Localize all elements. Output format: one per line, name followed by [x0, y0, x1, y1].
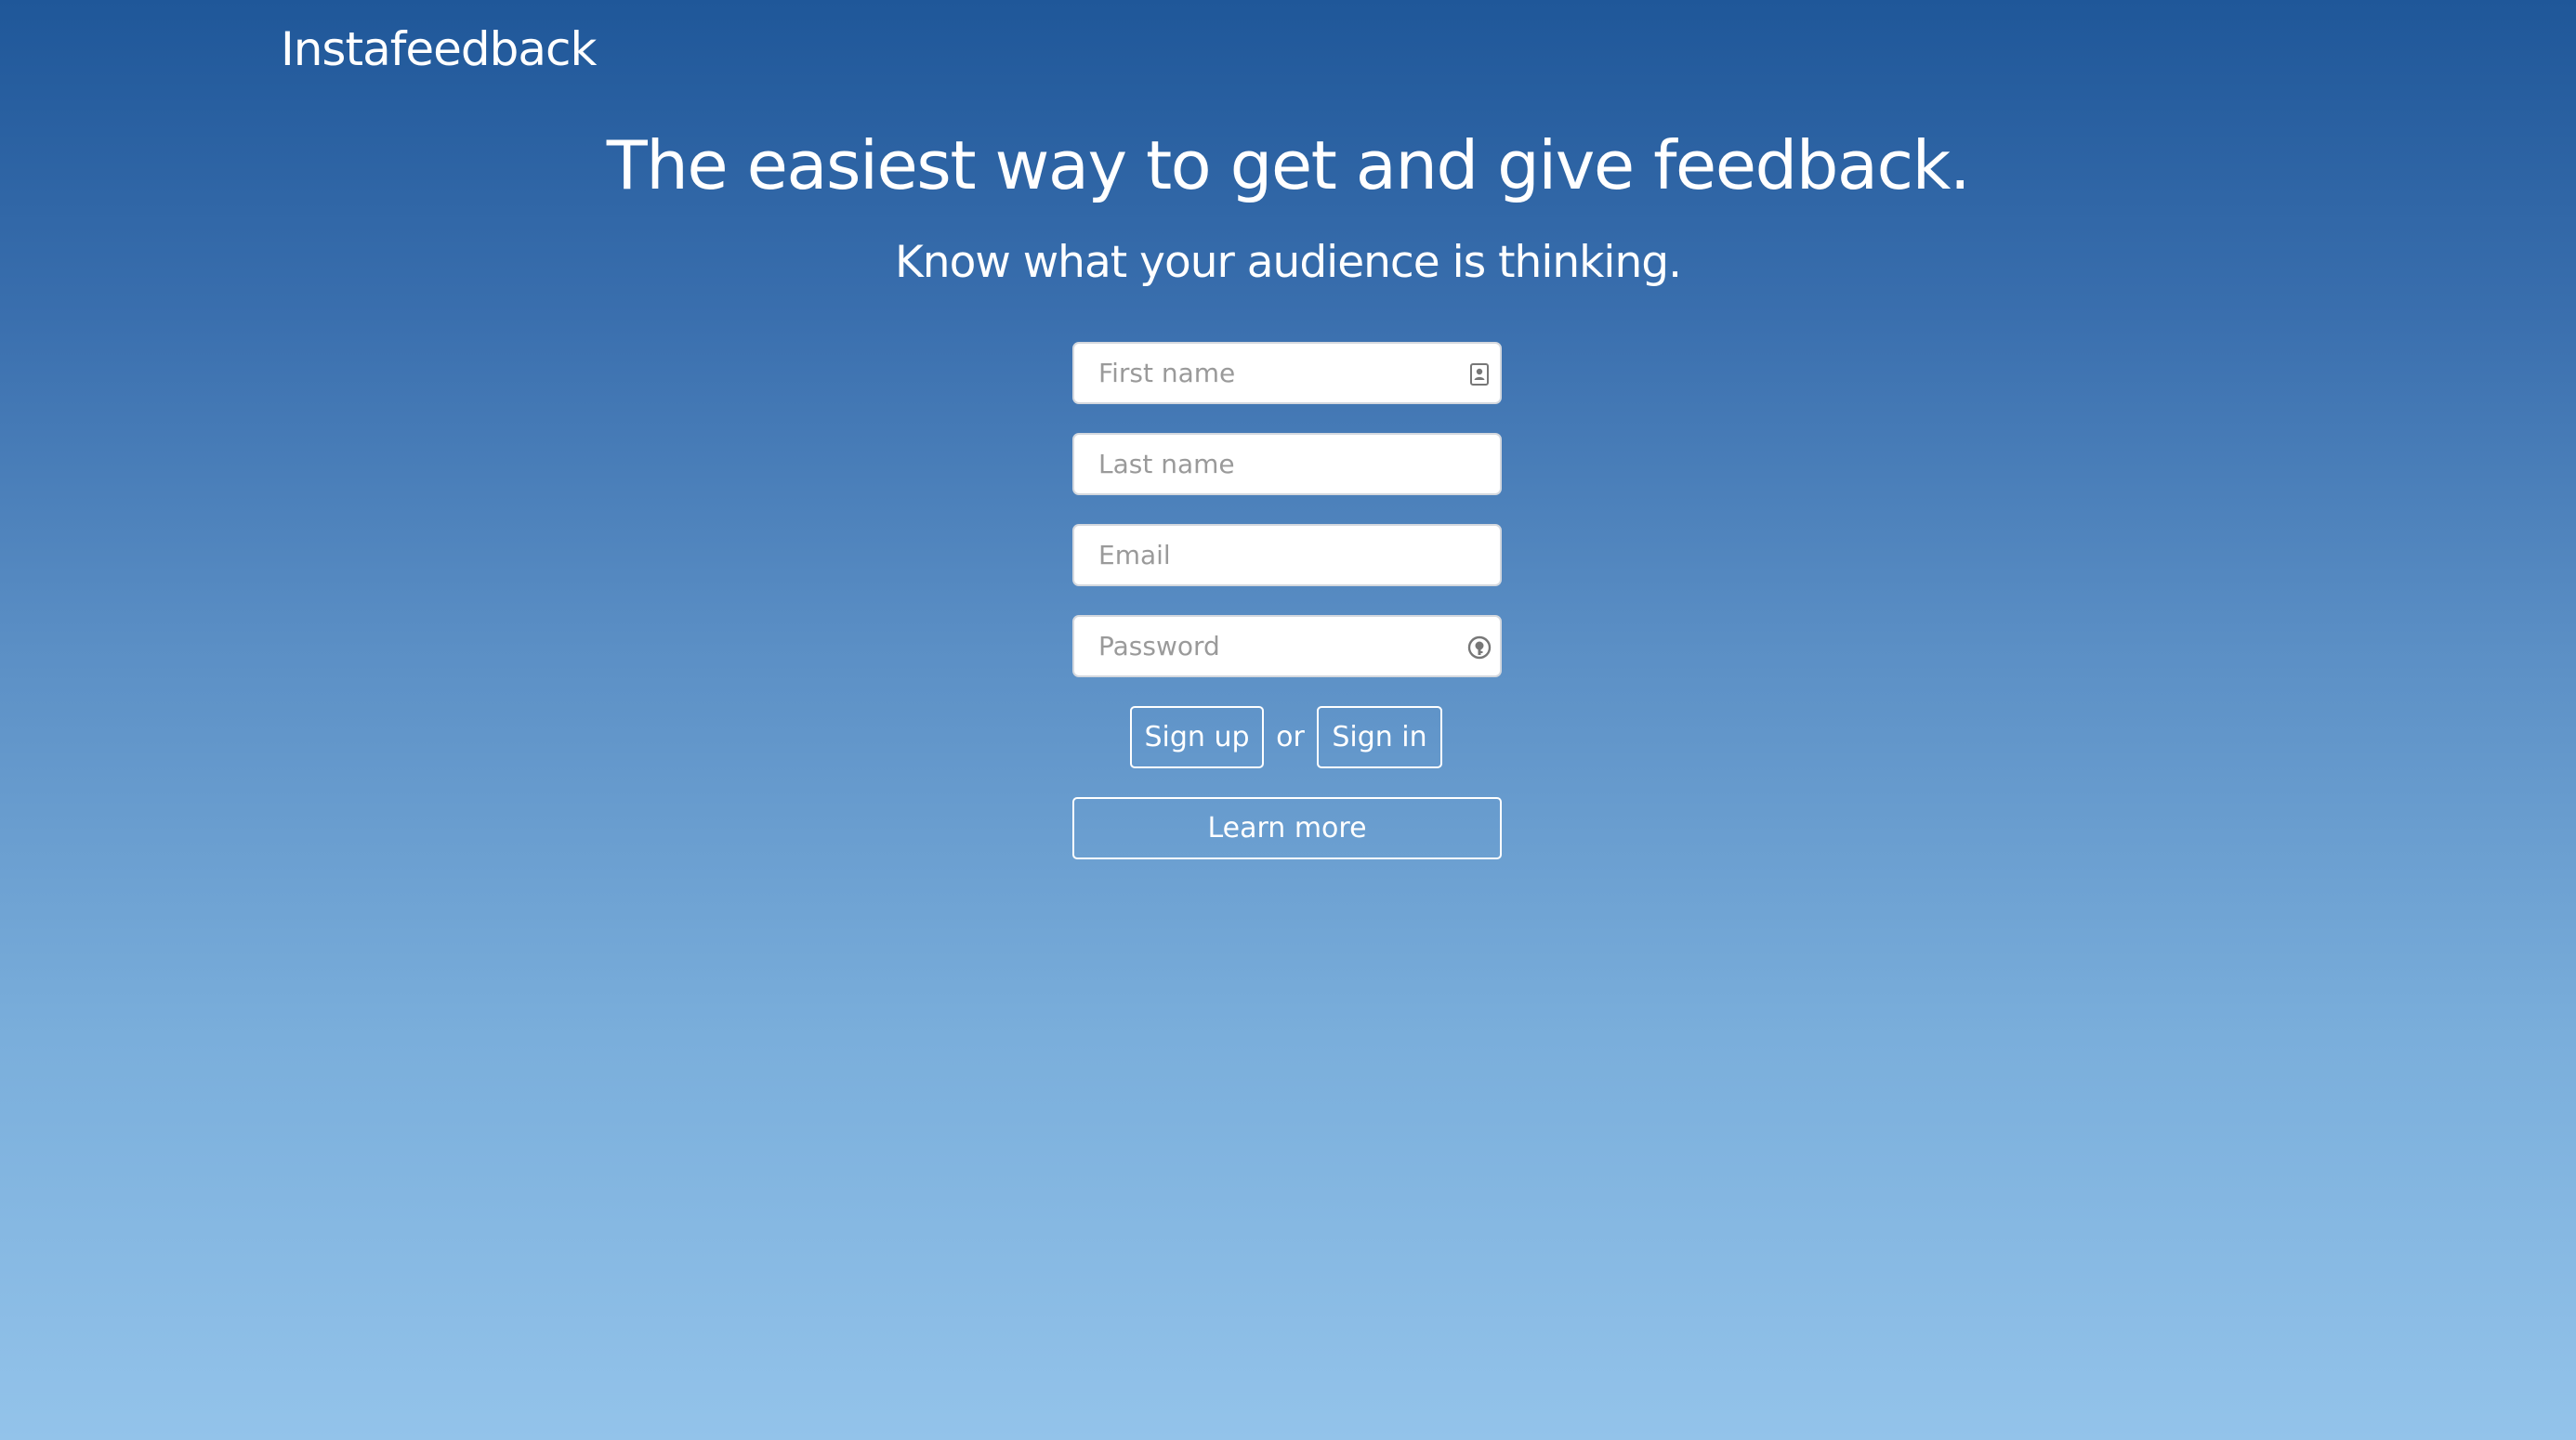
- password-key-icon[interactable]: [1465, 634, 1493, 661]
- email-input[interactable]: [1074, 526, 1500, 584]
- password-field[interactable]: [1072, 615, 1502, 677]
- last-name-input[interactable]: [1074, 435, 1500, 493]
- contact-card-icon[interactable]: [1465, 360, 1493, 388]
- last-name-field[interactable]: [1072, 433, 1502, 495]
- or-separator: or: [1276, 721, 1305, 753]
- first-name-input[interactable]: [1074, 344, 1500, 402]
- sign-up-button[interactable]: Sign up: [1130, 706, 1264, 768]
- email-field[interactable]: [1072, 524, 1502, 586]
- password-input[interactable]: [1074, 617, 1500, 675]
- sign-in-button[interactable]: Sign in: [1317, 706, 1442, 768]
- learn-more-button[interactable]: Learn more: [1072, 797, 1502, 859]
- landing-page: Instafeedback The easiest way to get and…: [0, 0, 2576, 1440]
- hero-title: The easiest way to get and give feedback…: [606, 126, 1971, 204]
- first-name-field[interactable]: [1072, 342, 1502, 404]
- brand-logo[interactable]: Instafeedback: [281, 17, 597, 82]
- hero-subtitle: Know what your audience is thinking.: [894, 237, 1682, 288]
